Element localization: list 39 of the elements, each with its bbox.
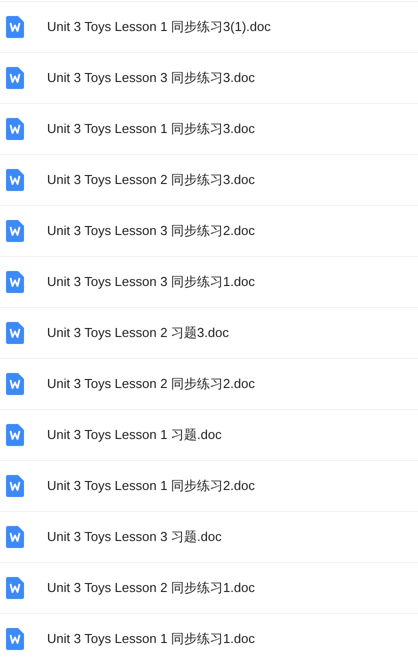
file-name: Unit 3 Toys Lesson 3 习题.doc	[47, 528, 222, 546]
document-icon	[6, 118, 24, 140]
file-name: Unit 3 Toys Lesson 1 同步练习2.doc	[47, 477, 255, 495]
file-row[interactable]: Unit 3 Toys Lesson 3 习题.doc	[0, 512, 418, 563]
document-icon	[6, 373, 24, 395]
document-icon	[6, 322, 24, 344]
file-row[interactable]: Unit 3 Toys Lesson 2 同步练习2.doc	[0, 359, 418, 410]
file-name: Unit 3 Toys Lesson 2 同步练习1.doc	[47, 579, 255, 597]
file-name: Unit 3 Toys Lesson 3 同步练习1.doc	[47, 273, 255, 291]
file-row[interactable]: Unit 3 Toys Lesson 2 习题3.doc	[0, 308, 418, 359]
document-icon	[6, 271, 24, 293]
document-icon	[6, 424, 24, 446]
file-row[interactable]: Unit 3 Toys Lesson 3 同步练习2.doc	[0, 206, 418, 257]
file-name: Unit 3 Toys Lesson 2 同步练习2.doc	[47, 375, 255, 393]
file-row[interactable]: Unit 3 Toys Lesson 2 同步练习3.doc	[0, 155, 418, 206]
file-name: Unit 3 Toys Lesson 2 同步练习3.doc	[47, 171, 255, 189]
document-icon	[6, 628, 24, 650]
file-name: Unit 3 Toys Lesson 1 同步练习3.doc	[47, 120, 255, 138]
document-icon	[6, 475, 24, 497]
file-row[interactable]: Unit 3 Toys Lesson 2 同步练习1.doc	[0, 563, 418, 614]
file-row[interactable]: Unit 3 Toys Lesson 1 同步练习3.doc	[0, 104, 418, 155]
document-icon	[6, 16, 24, 38]
file-name: Unit 3 Toys Lesson 3 同步练习3.doc	[47, 69, 255, 87]
document-icon	[6, 169, 24, 191]
file-row[interactable]: Unit 3 Toys Lesson 3 同步练习3.doc	[0, 53, 418, 104]
file-row[interactable]: Unit 3 Toys Lesson 1 同步练习1.doc	[0, 614, 418, 658]
file-name: Unit 3 Toys Lesson 3 同步练习2.doc	[47, 222, 255, 240]
document-icon	[6, 577, 24, 599]
file-row[interactable]: Unit 3 Toys Lesson 1 同步练习3(1).doc	[0, 2, 418, 53]
file-row[interactable]: Unit 3 Toys Lesson 1 习题.doc	[0, 410, 418, 461]
file-name: Unit 3 Toys Lesson 1 同步练习1.doc	[47, 630, 255, 648]
file-name: Unit 3 Toys Lesson 1 习题.doc	[47, 426, 222, 444]
file-row[interactable]: Unit 3 Toys Lesson 3 同步练习1.doc	[0, 257, 418, 308]
document-icon	[6, 67, 24, 89]
file-name: Unit 3 Toys Lesson 2 习题3.doc	[47, 324, 229, 342]
file-row[interactable]: Unit 3 Toys Lesson 1 同步练习2.doc	[0, 461, 418, 512]
document-icon	[6, 526, 24, 548]
document-icon	[6, 220, 24, 242]
file-name: Unit 3 Toys Lesson 1 同步练习3(1).doc	[47, 18, 271, 36]
